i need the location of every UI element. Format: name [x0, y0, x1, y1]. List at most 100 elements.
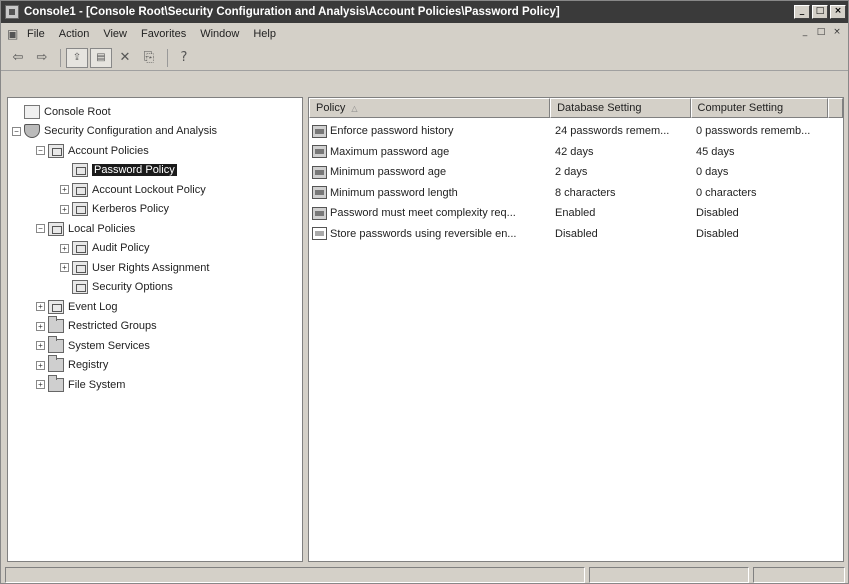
tree-node[interactable]: + Registry: [8, 355, 302, 376]
tree-node[interactable]: Console Root: [8, 102, 302, 122]
policy-name-cell: Maximum password age: [309, 145, 551, 159]
mdi-restore-button[interactable]: □: [814, 26, 828, 39]
mdi-document-icon[interactable]: ▣: [7, 27, 21, 41]
policy-setting-icon: [312, 206, 327, 220]
minimize-button[interactable]: _: [794, 5, 810, 19]
toolbar: ⇦ ⇨ ⇪ ▤ ✕ ⎘ ?: [1, 45, 848, 71]
title-bar[interactable]: Console1 - [Console Root\Security Config…: [1, 1, 848, 23]
tree-node-label[interactable]: Audit Policy: [92, 242, 149, 254]
tree-node[interactable]: Security Options: [8, 278, 302, 298]
expand-icon[interactable]: +: [36, 341, 45, 351]
column-header-database-setting[interactable]: Database Setting: [550, 98, 691, 118]
help-icon[interactable]: ?: [173, 48, 195, 68]
tree-node[interactable]: Password Policy: [8, 161, 302, 181]
tree-node[interactable]: + Kerberos Policy: [8, 200, 302, 220]
policy-row[interactable]: Minimum password length 8 characters 0 cha…: [309, 183, 843, 204]
tree-node-label[interactable]: Restricted Groups: [68, 320, 157, 332]
mmc-window: Console1 - [Console Root\Security Config…: [0, 0, 849, 584]
tree-node[interactable]: + Account Lockout Policy: [8, 180, 302, 200]
tree-node-label[interactable]: Security Configuration and Analysis: [44, 125, 217, 137]
database-setting-cell: 24 passwords remem...: [555, 125, 670, 138]
show-hide-tree-icon[interactable]: ▤: [90, 47, 112, 68]
menu-help[interactable]: Help: [253, 28, 276, 40]
tree-node[interactable]: + Restricted Groups: [8, 316, 302, 337]
mdi-minimize-button[interactable]: _: [798, 26, 812, 39]
tree-node-label[interactable]: Event Log: [68, 301, 118, 313]
folder-icon: [48, 355, 64, 373]
policy-folder-icon: [72, 241, 88, 256]
policy-setting-icon: [312, 186, 327, 200]
tree-node-label[interactable]: Kerberos Policy: [92, 203, 169, 215]
menu-favorites[interactable]: Favorites: [141, 28, 186, 40]
maximize-button[interactable]: □: [812, 5, 828, 19]
policy-row[interactable]: Password must meet complexity req... Enab…: [309, 203, 843, 224]
policy-row[interactable]: Enforce password history 24 passwords rem…: [309, 121, 843, 142]
policy-name: Maximum password age: [330, 145, 450, 158]
policy-row[interactable]: Maximum password age 42 days 45 days: [309, 142, 843, 163]
expand-icon[interactable]: +: [60, 243, 69, 253]
tree-node[interactable]: + System Services: [8, 335, 302, 356]
column-header-filler: [828, 98, 843, 118]
expand-icon[interactable]: +: [60, 204, 69, 214]
column-header-computer-setting[interactable]: Computer Setting: [690, 98, 829, 118]
expand-icon[interactable]: +: [36, 380, 45, 390]
details-pane[interactable]: Policy △ Database Setting Computer Settin…: [308, 97, 844, 562]
console-tree-pane[interactable]: Console Root − Security Configuration and …: [7, 97, 303, 562]
tree-node-label[interactable]: System Services: [68, 340, 150, 352]
policy-folder-icon: [72, 163, 88, 178]
policy-name: Store passwords using reversible en...: [330, 227, 517, 240]
tree-node-label[interactable]: Account Policies: [68, 145, 149, 157]
column-header-policy[interactable]: Policy △: [309, 98, 551, 118]
mdi-close-button[interactable]: ×: [830, 26, 844, 39]
tree-node[interactable]: − Account Policies: [8, 141, 302, 161]
expand-icon[interactable]: +: [36, 360, 45, 370]
policy-row[interactable]: Store passwords using reversible en... Di…: [309, 224, 843, 245]
expand-icon[interactable]: +: [36, 321, 45, 331]
expand-icon[interactable]: +: [60, 263, 69, 273]
tree-node-label[interactable]: Console Root: [44, 106, 111, 118]
tree-node[interactable]: + User Rights Assignment: [8, 258, 302, 278]
tree-node[interactable]: + Audit Policy: [8, 239, 302, 259]
computer-setting-cell: 0 characters: [696, 186, 757, 199]
expand-icon[interactable]: +: [60, 185, 69, 195]
tree-node[interactable]: + Event Log: [8, 297, 302, 317]
tree-node-label[interactable]: Security Options: [92, 281, 173, 293]
window-controls: _ □ ×: [794, 5, 846, 19]
list-header: Policy △ Database Setting Computer Settin…: [309, 98, 843, 118]
tree-node[interactable]: + File System: [8, 374, 302, 395]
tree-node[interactable]: − Security Configuration and Analysis: [8, 122, 302, 142]
tree-node-label[interactable]: Registry: [68, 359, 108, 371]
tree-node-label[interactable]: User Rights Assignment: [92, 262, 209, 274]
database-setting-cell: 8 characters: [555, 186, 616, 199]
status-panel-3: [753, 567, 845, 583]
close-button[interactable]: ×: [830, 5, 846, 19]
export-list-icon[interactable]: ⎘: [138, 48, 160, 68]
collapse-icon[interactable]: −: [36, 146, 45, 156]
menu-action[interactable]: Action: [59, 28, 90, 40]
policy-folder-icon: [48, 221, 64, 236]
policy-name-cell: Store passwords using reversible en...: [309, 227, 551, 241]
collapse-icon[interactable]: −: [12, 126, 21, 136]
up-level-icon[interactable]: ⇪: [66, 47, 88, 68]
expand-icon[interactable]: +: [36, 302, 45, 312]
collapse-icon[interactable]: −: [36, 224, 45, 234]
tree-node-label[interactable]: Account Lockout Policy: [92, 184, 206, 196]
forward-icon[interactable]: ⇨: [31, 48, 53, 68]
policy-row[interactable]: Minimum password age 2 days 0 days: [309, 162, 843, 183]
menu-file[interactable]: File: [27, 28, 45, 40]
security-config-icon: [24, 124, 40, 139]
policy-setting-icon: [312, 145, 327, 159]
database-setting-cell: 2 days: [555, 166, 588, 179]
delete-icon[interactable]: ✕: [114, 48, 136, 68]
status-bar: [5, 567, 846, 583]
tree-node[interactable]: − Local Policies: [8, 219, 302, 239]
tree-node-label[interactable]: Password Policy: [92, 164, 177, 177]
tree-node-label[interactable]: Local Policies: [68, 223, 135, 235]
menu-window[interactable]: Window: [200, 28, 239, 40]
policy-name: Password must meet complexity req...: [330, 207, 516, 220]
mmc-app-icon[interactable]: [5, 5, 19, 19]
menu-view[interactable]: View: [103, 28, 127, 40]
back-icon[interactable]: ⇦: [7, 48, 29, 68]
tree-node-label[interactable]: File System: [68, 379, 125, 391]
policy-name-cell: Minimum password age: [309, 165, 551, 179]
